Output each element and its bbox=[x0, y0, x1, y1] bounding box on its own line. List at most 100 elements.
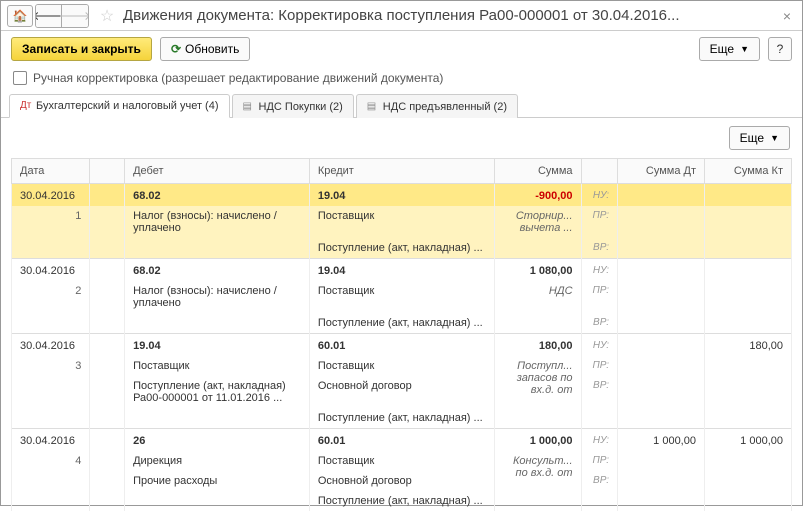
cell-sum-dt bbox=[618, 334, 705, 357]
table-row[interactable]: 4ДирекцияПоставщикКонсульт... по вх.д. о… bbox=[12, 451, 792, 471]
th-sum-kt[interactable]: Сумма Кт bbox=[704, 159, 791, 184]
cell-sum: 180,00 bbox=[494, 334, 581, 357]
cell-spacer bbox=[704, 281, 791, 313]
cell-label-nu: НУ: bbox=[581, 259, 618, 282]
cell-sum-dt bbox=[618, 259, 705, 282]
tab-label: Бухгалтерский и налоговый учет (4) bbox=[36, 100, 219, 112]
cell-spacer bbox=[618, 206, 705, 238]
table-row[interactable]: Поступление (акт, накладная) ... bbox=[12, 491, 792, 511]
cell-sum-kt: 180,00 bbox=[704, 334, 791, 357]
cell-note: НДС bbox=[494, 281, 581, 334]
table-row[interactable]: 30.04.20162660.011 000,00НУ:1 000,001 00… bbox=[12, 429, 792, 452]
table-more-button[interactable]: Еще ▼ bbox=[729, 126, 790, 150]
table-row[interactable]: Поступление (акт, накладная) ...ВР: bbox=[12, 313, 792, 334]
cell-spacer bbox=[618, 408, 705, 429]
cell-sum-dt bbox=[618, 184, 705, 207]
more-button[interactable]: Еще▼ bbox=[699, 37, 760, 61]
cell-credit-l3: Поступление (акт, накладная) ... bbox=[309, 408, 494, 429]
cell-label-pr: ПР: bbox=[581, 281, 618, 313]
cell-note: Поступл... запасов по вх.д. от bbox=[494, 356, 581, 429]
tab-label: НДС предъявленный (2) bbox=[383, 101, 507, 113]
cell-spacer bbox=[581, 408, 618, 429]
cell-spacer bbox=[704, 238, 791, 259]
cell-spacer bbox=[618, 471, 705, 491]
table-row[interactable]: 30.04.201668.0219.04-900,00НУ: bbox=[12, 184, 792, 207]
help-button[interactable]: ? bbox=[768, 37, 792, 61]
ledger-icon: Дт bbox=[20, 100, 32, 112]
cell-spacer bbox=[618, 491, 705, 511]
cell-label-pr: ПР: bbox=[581, 356, 618, 376]
cell-spacer bbox=[704, 451, 791, 471]
cell-label-nu: НУ: bbox=[581, 334, 618, 357]
table-row[interactable]: 1Налог (взносы): начислено / уплаченоПос… bbox=[12, 206, 792, 238]
th-credit[interactable]: Кредит bbox=[309, 159, 494, 184]
chevron-down-icon: ▼ bbox=[770, 133, 779, 143]
th-debit[interactable]: Дебет bbox=[125, 159, 310, 184]
more-label: Еще bbox=[740, 131, 764, 145]
cell-sum-kt: 1 000,00 bbox=[704, 429, 791, 452]
cell-spacer bbox=[90, 471, 125, 491]
table-row[interactable]: 30.04.201619.0460.01180,00НУ:180,00 bbox=[12, 334, 792, 357]
chevron-down-icon: ▼ bbox=[740, 44, 749, 54]
cell-label-vr: ВР: bbox=[581, 313, 618, 334]
cell-spacer bbox=[581, 491, 618, 511]
th-sum[interactable]: Сумма bbox=[494, 159, 581, 184]
table-row[interactable]: 2Налог (взносы): начислено / уплаченоПос… bbox=[12, 281, 792, 313]
cell-spacer bbox=[90, 451, 125, 471]
cell-credit-l2: Основной договор bbox=[309, 376, 494, 408]
movements-table: Дата Дебет Кредит Сумма Сумма Дт Сумма К… bbox=[11, 158, 792, 511]
close-button[interactable]: × bbox=[778, 8, 796, 24]
table-row[interactable]: Поступление (акт, накладная) ... ВР: bbox=[12, 238, 792, 259]
cell-credit-l2: Поступление (акт, накладная) ... bbox=[309, 238, 494, 259]
cell-sum: 1 000,00 bbox=[494, 429, 581, 452]
cell-label-vr: ВР: bbox=[581, 238, 618, 259]
cell-debit-acc: 19.04 bbox=[125, 334, 310, 357]
favorite-icon[interactable]: ☆ bbox=[97, 6, 117, 26]
tab-vat-presented[interactable]: ▤ НДС предъявленный (2) bbox=[356, 94, 518, 118]
tab-vat-purchases[interactable]: ▤ НДС Покупки (2) bbox=[232, 94, 354, 118]
th-num bbox=[90, 159, 125, 184]
table-row[interactable]: Поступление (акт, накладная) Ра00-000001… bbox=[12, 376, 792, 408]
cell-row-num: 2 bbox=[12, 281, 90, 334]
cell-label-nu: НУ: bbox=[581, 184, 618, 207]
cell-row-num: 3 bbox=[12, 356, 90, 429]
manual-edit-checkbox[interactable] bbox=[13, 71, 27, 85]
cell-spacer bbox=[704, 376, 791, 408]
cell-spacer bbox=[125, 491, 310, 511]
cell-spacer bbox=[618, 376, 705, 408]
cell-label-vr: ВР: bbox=[581, 376, 618, 408]
cell-spacer bbox=[704, 206, 791, 238]
table-row[interactable]: 30.04.2016 68.0219.041 080,00НУ: bbox=[12, 259, 792, 282]
th-sum-dt[interactable]: Сумма Дт bbox=[618, 159, 705, 184]
cell-date: 30.04.2016 bbox=[12, 259, 90, 282]
cell-spacer bbox=[90, 184, 125, 207]
save-close-button[interactable]: Записать и закрыть bbox=[11, 37, 152, 61]
cell-sum-kt bbox=[704, 259, 791, 282]
cell-debit-l2 bbox=[125, 313, 310, 334]
cell-credit-acc: 60.01 bbox=[309, 429, 494, 452]
cell-debit-acc: 68.02 bbox=[125, 259, 310, 282]
table-row[interactable]: Прочие расходыОсновной договорВР: bbox=[12, 471, 792, 491]
cell-sum: 1 080,00 bbox=[494, 259, 581, 282]
cell-credit-acc: 60.01 bbox=[309, 334, 494, 357]
cell-spacer bbox=[90, 376, 125, 408]
tabs-bar: Дт Бухгалтерский и налоговый учет (4) ▤ … bbox=[1, 93, 802, 118]
cell-label-pr: ПР: bbox=[581, 451, 618, 471]
cell-spacer bbox=[90, 313, 125, 334]
cell-credit-l1: Поставщик bbox=[309, 451, 494, 471]
cell-credit-acc: 19.04 bbox=[309, 259, 494, 282]
refresh-icon: ⟳ bbox=[171, 42, 181, 56]
table-row[interactable]: 3ПоставщикПоставщикПоступл... запасов по… bbox=[12, 356, 792, 376]
cell-date: 30.04.2016 bbox=[12, 334, 90, 357]
refresh-label: Обновить bbox=[185, 42, 239, 56]
cell-spacer bbox=[618, 313, 705, 334]
refresh-button[interactable]: ⟳ Обновить bbox=[160, 37, 250, 61]
tab-accounting[interactable]: Дт Бухгалтерский и налоговый учет (4) bbox=[9, 94, 230, 118]
th-date[interactable]: Дата bbox=[12, 159, 90, 184]
forward-button[interactable]: 🡒 bbox=[62, 5, 88, 27]
home-button[interactable]: 🏠 bbox=[7, 5, 33, 27]
cell-debit-l2 bbox=[125, 238, 310, 259]
table-row[interactable]: Поступление (акт, накладная) ... bbox=[12, 408, 792, 429]
cell-note: Консульт... по вх.д. от bbox=[494, 451, 581, 511]
cell-credit-acc: 19.04 bbox=[309, 184, 494, 207]
